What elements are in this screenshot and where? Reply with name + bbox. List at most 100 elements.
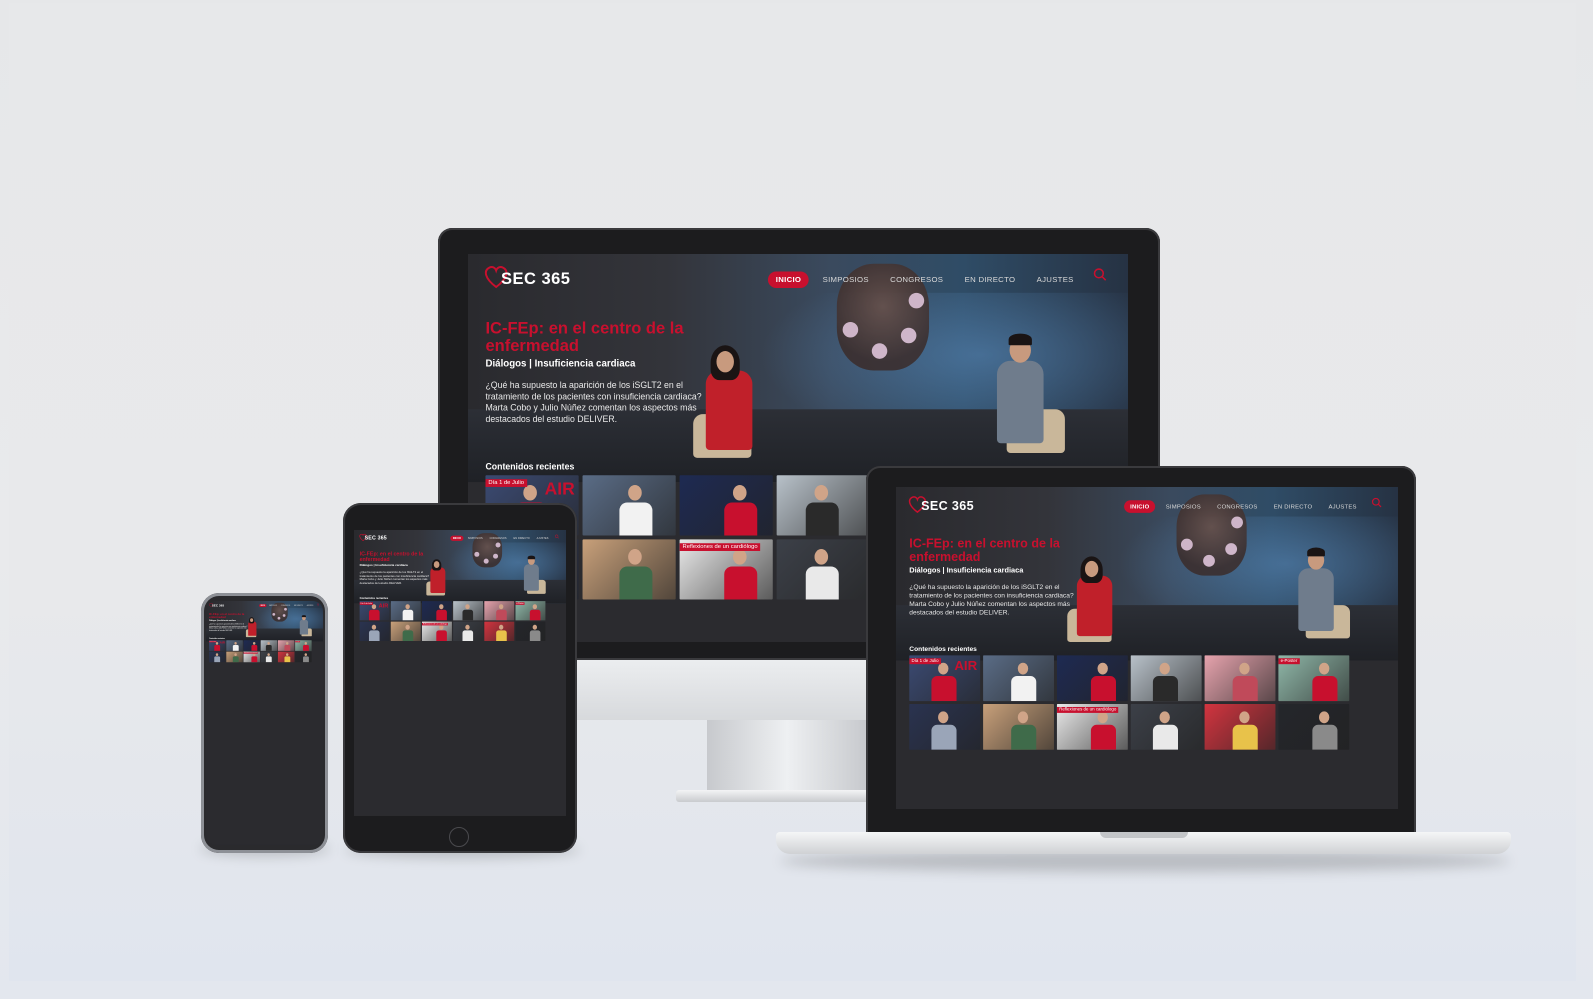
- hero-title[interactable]: IC-FEp: en el centro de la enfermedad: [209, 613, 247, 619]
- nav-inicio[interactable]: INICIO: [450, 535, 464, 541]
- video-thumbnail[interactable]: [1130, 704, 1202, 750]
- nav-congresos[interactable]: CONGRESOS: [1211, 500, 1263, 513]
- nav-congresos[interactable]: CONGRESOS: [487, 536, 509, 541]
- hero-subtitle: Diálogos | Insuficiencia cardiaca: [359, 563, 408, 568]
- nav-simposios[interactable]: SIMPOSIOS: [815, 271, 877, 288]
- video-thumbnail[interactable]: [277, 640, 295, 651]
- recent-grid: Día 1 de Julio AIR e-Poster Reflexiones de …: [909, 655, 1350, 750]
- recent-grid: Día 1 de Julio AIR e-Poster Reflexiones de …: [359, 601, 546, 641]
- site-logo[interactable]: SEC 365: [208, 603, 225, 608]
- thumbnail-tag: Día 1 de Julio: [485, 479, 527, 487]
- nav-en-directo[interactable]: EN DIRECTO: [1268, 500, 1318, 513]
- video-thumbnail[interactable]: [776, 539, 870, 600]
- video-thumbnail[interactable]: e-Poster: [1278, 655, 1350, 702]
- hero-subtitle: Diálogos | Insuficiencia cardiaca: [209, 619, 236, 622]
- main-nav: INICIO SIMPOSIOS CONGRESOS EN DIRECTO AJ…: [450, 535, 551, 541]
- thumbnail-tag: Día 1 de Julio: [209, 640, 217, 643]
- video-thumbnail[interactable]: [243, 640, 261, 651]
- thumbnail-caption: AIR: [544, 479, 575, 499]
- video-thumbnail[interactable]: [226, 651, 243, 663]
- nav-ajustes[interactable]: AJUSTES: [1029, 271, 1082, 288]
- nav-en-directo[interactable]: EN DIRECTO: [511, 536, 532, 541]
- nav-simposios[interactable]: SIMPOSIOS: [465, 536, 485, 541]
- video-thumbnail[interactable]: [260, 640, 278, 651]
- nav-ajustes[interactable]: AJUSTES: [305, 604, 314, 607]
- site-logo[interactable]: SEC 365: [908, 496, 974, 514]
- thumbnail-caption: AIR: [378, 602, 389, 609]
- nav-en-directo[interactable]: EN DIRECTO: [293, 604, 305, 607]
- video-thumbnail[interactable]: [226, 640, 243, 651]
- video-thumbnail[interactable]: Reflexiones de un cardiólogo: [243, 651, 261, 663]
- video-thumbnail[interactable]: [983, 704, 1054, 750]
- video-thumbnail[interactable]: Reflexiones de un cardiólogo: [679, 539, 773, 600]
- hero-description: ¿Qué ha supuesto la aparición de los iSG…: [485, 380, 702, 424]
- nav-simposios[interactable]: SIMPOSIOS: [267, 604, 278, 607]
- nav-congresos[interactable]: CONGRESOS: [279, 604, 291, 607]
- video-thumbnail[interactable]: Día 1 de Julio AIR: [909, 655, 981, 702]
- video-thumbnail[interactable]: [983, 655, 1054, 702]
- search-icon[interactable]: [316, 603, 320, 606]
- nav-simposios[interactable]: SIMPOSIOS: [1160, 500, 1207, 513]
- thumbnail-tag: e-Poster: [1278, 658, 1300, 665]
- video-thumbnail[interactable]: [515, 621, 546, 641]
- nav-inicio[interactable]: INICIO: [1124, 500, 1156, 513]
- video-thumbnail[interactable]: [453, 621, 484, 641]
- logo-text: SEC 365: [211, 603, 225, 608]
- video-thumbnail[interactable]: e-Poster: [515, 601, 546, 621]
- video-thumbnail[interactable]: e-Poster: [295, 640, 312, 651]
- recent-heading: Contenidos recientes: [909, 644, 977, 653]
- nav-inicio[interactable]: INICIO: [259, 604, 267, 608]
- video-thumbnail[interactable]: [1056, 655, 1128, 702]
- sec365-site: SEC 365 INICIO SIMPOSIOS CONGRESOS EN DI…: [896, 487, 1398, 809]
- hero-subtitle: Diálogos | Insuficiencia cardiaca: [485, 358, 636, 370]
- nav-ajustes[interactable]: AJUSTES: [534, 536, 551, 541]
- video-thumbnail[interactable]: [679, 475, 773, 536]
- logo-text: SEC 365: [501, 269, 571, 288]
- laptop-notch: [1100, 832, 1188, 838]
- thumbnail-tag: e-Poster: [295, 640, 301, 643]
- hero-description: ¿Qué ha supuesto la aparición de los iSG…: [909, 582, 1074, 616]
- video-thumbnail[interactable]: Reflexiones de un cardiólogo: [1056, 704, 1128, 750]
- presenter-man: [996, 360, 1044, 444]
- video-thumbnail[interactable]: Día 1 de Julio AIR: [209, 640, 226, 651]
- site-logo[interactable]: SEC 365: [484, 266, 570, 289]
- video-thumbnail[interactable]: Día 1 de Julio AIR: [359, 601, 390, 621]
- main-nav: INICIO SIMPOSIOS CONGRESOS EN DIRECTO AJ…: [1124, 500, 1362, 513]
- thumbnail-tag: e-Poster: [515, 602, 525, 605]
- video-thumbnail[interactable]: [909, 704, 981, 750]
- video-thumbnail[interactable]: [776, 475, 870, 536]
- video-thumbnail[interactable]: [1130, 655, 1202, 702]
- video-thumbnail[interactable]: Reflexiones de un cardiólogo: [421, 621, 452, 641]
- thumbnail-tag: Reflexiones de un cardiólogo: [679, 543, 761, 551]
- hero-title[interactable]: IC-FEp: en el centro de la enfermedad: [485, 320, 699, 355]
- video-thumbnail[interactable]: [421, 601, 452, 621]
- nav-ajustes[interactable]: AJUSTES: [1323, 500, 1363, 513]
- video-thumbnail[interactable]: [582, 475, 676, 536]
- video-thumbnail[interactable]: [390, 601, 421, 621]
- video-thumbnail[interactable]: [1204, 704, 1276, 750]
- hero-title[interactable]: IC-FEp: en el centro de la enfermedad: [909, 537, 1071, 564]
- video-thumbnail[interactable]: [260, 651, 278, 663]
- search-icon[interactable]: [1093, 268, 1107, 282]
- search-icon[interactable]: [554, 534, 560, 539]
- video-thumbnail[interactable]: [484, 601, 515, 621]
- video-thumbnail[interactable]: [484, 621, 515, 641]
- video-thumbnail[interactable]: [209, 651, 226, 663]
- presenter-man: [523, 564, 539, 591]
- video-thumbnail[interactable]: [277, 651, 295, 663]
- search-icon[interactable]: [1371, 497, 1382, 508]
- nav-en-directo[interactable]: EN DIRECTO: [957, 271, 1023, 288]
- video-thumbnail[interactable]: [359, 621, 390, 641]
- video-thumbnail[interactable]: [453, 601, 484, 621]
- video-thumbnail[interactable]: [1278, 704, 1350, 750]
- home-button[interactable]: [449, 827, 469, 847]
- video-thumbnail[interactable]: [390, 621, 421, 641]
- video-thumbnail[interactable]: [1204, 655, 1276, 702]
- sec365-site: SEC 365 INICIO SIMPOSIOS CONGRESOS EN DI…: [206, 601, 323, 845]
- nav-inicio[interactable]: INICIO: [768, 271, 810, 288]
- video-thumbnail[interactable]: [295, 651, 312, 663]
- nav-congresos[interactable]: CONGRESOS: [882, 271, 951, 288]
- hero-title[interactable]: IC-FEp: en el centro de la enfermedad: [360, 551, 429, 562]
- video-thumbnail[interactable]: [582, 539, 676, 600]
- site-logo[interactable]: SEC 365: [359, 533, 387, 541]
